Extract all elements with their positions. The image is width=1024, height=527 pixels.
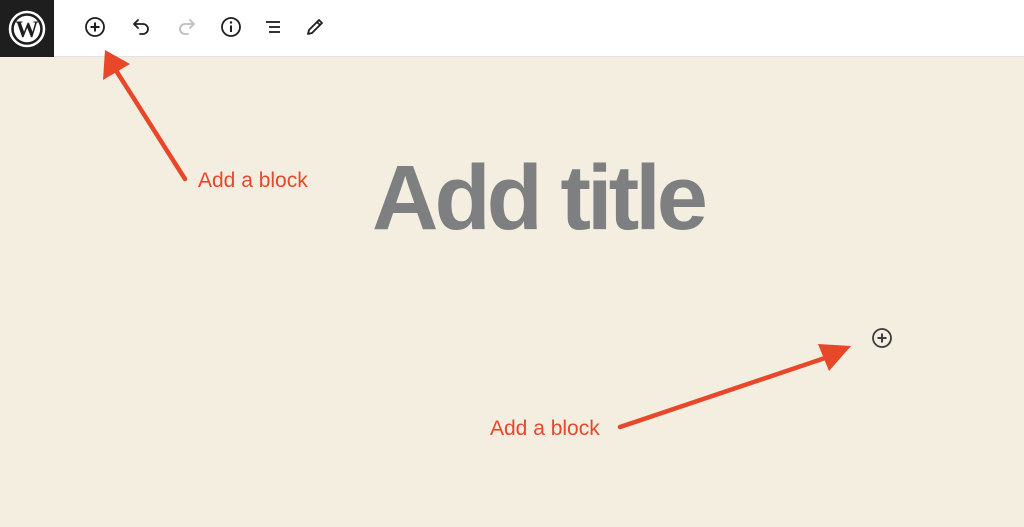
toolbar-callout-label: Add a block: [198, 169, 308, 192]
list-view-button[interactable]: [257, 11, 289, 43]
add-block-button[interactable]: [79, 11, 111, 43]
details-button[interactable]: [215, 11, 247, 43]
inline-add-block-button[interactable]: [869, 325, 895, 351]
svg-text:W: W: [16, 17, 39, 42]
undo-button[interactable]: [125, 11, 157, 43]
redo-button[interactable]: [171, 11, 203, 43]
list-view-icon: [266, 21, 280, 33]
editor-canvas: Add title: [0, 57, 1024, 527]
post-title-placeholder[interactable]: Add title: [372, 152, 708, 244]
tools-button[interactable]: [299, 11, 331, 43]
wordpress-logo-icon[interactable]: W: [0, 0, 54, 57]
inline-callout-label: Add a block: [490, 417, 600, 440]
info-icon: [221, 17, 241, 37]
editor-toolbar: W: [0, 0, 1024, 57]
plus-circle-icon: [85, 17, 105, 37]
redo-icon: [179, 19, 195, 35]
pencil-icon: [307, 19, 323, 35]
plus-circle-icon: [872, 328, 892, 348]
undo-icon: [133, 19, 149, 35]
